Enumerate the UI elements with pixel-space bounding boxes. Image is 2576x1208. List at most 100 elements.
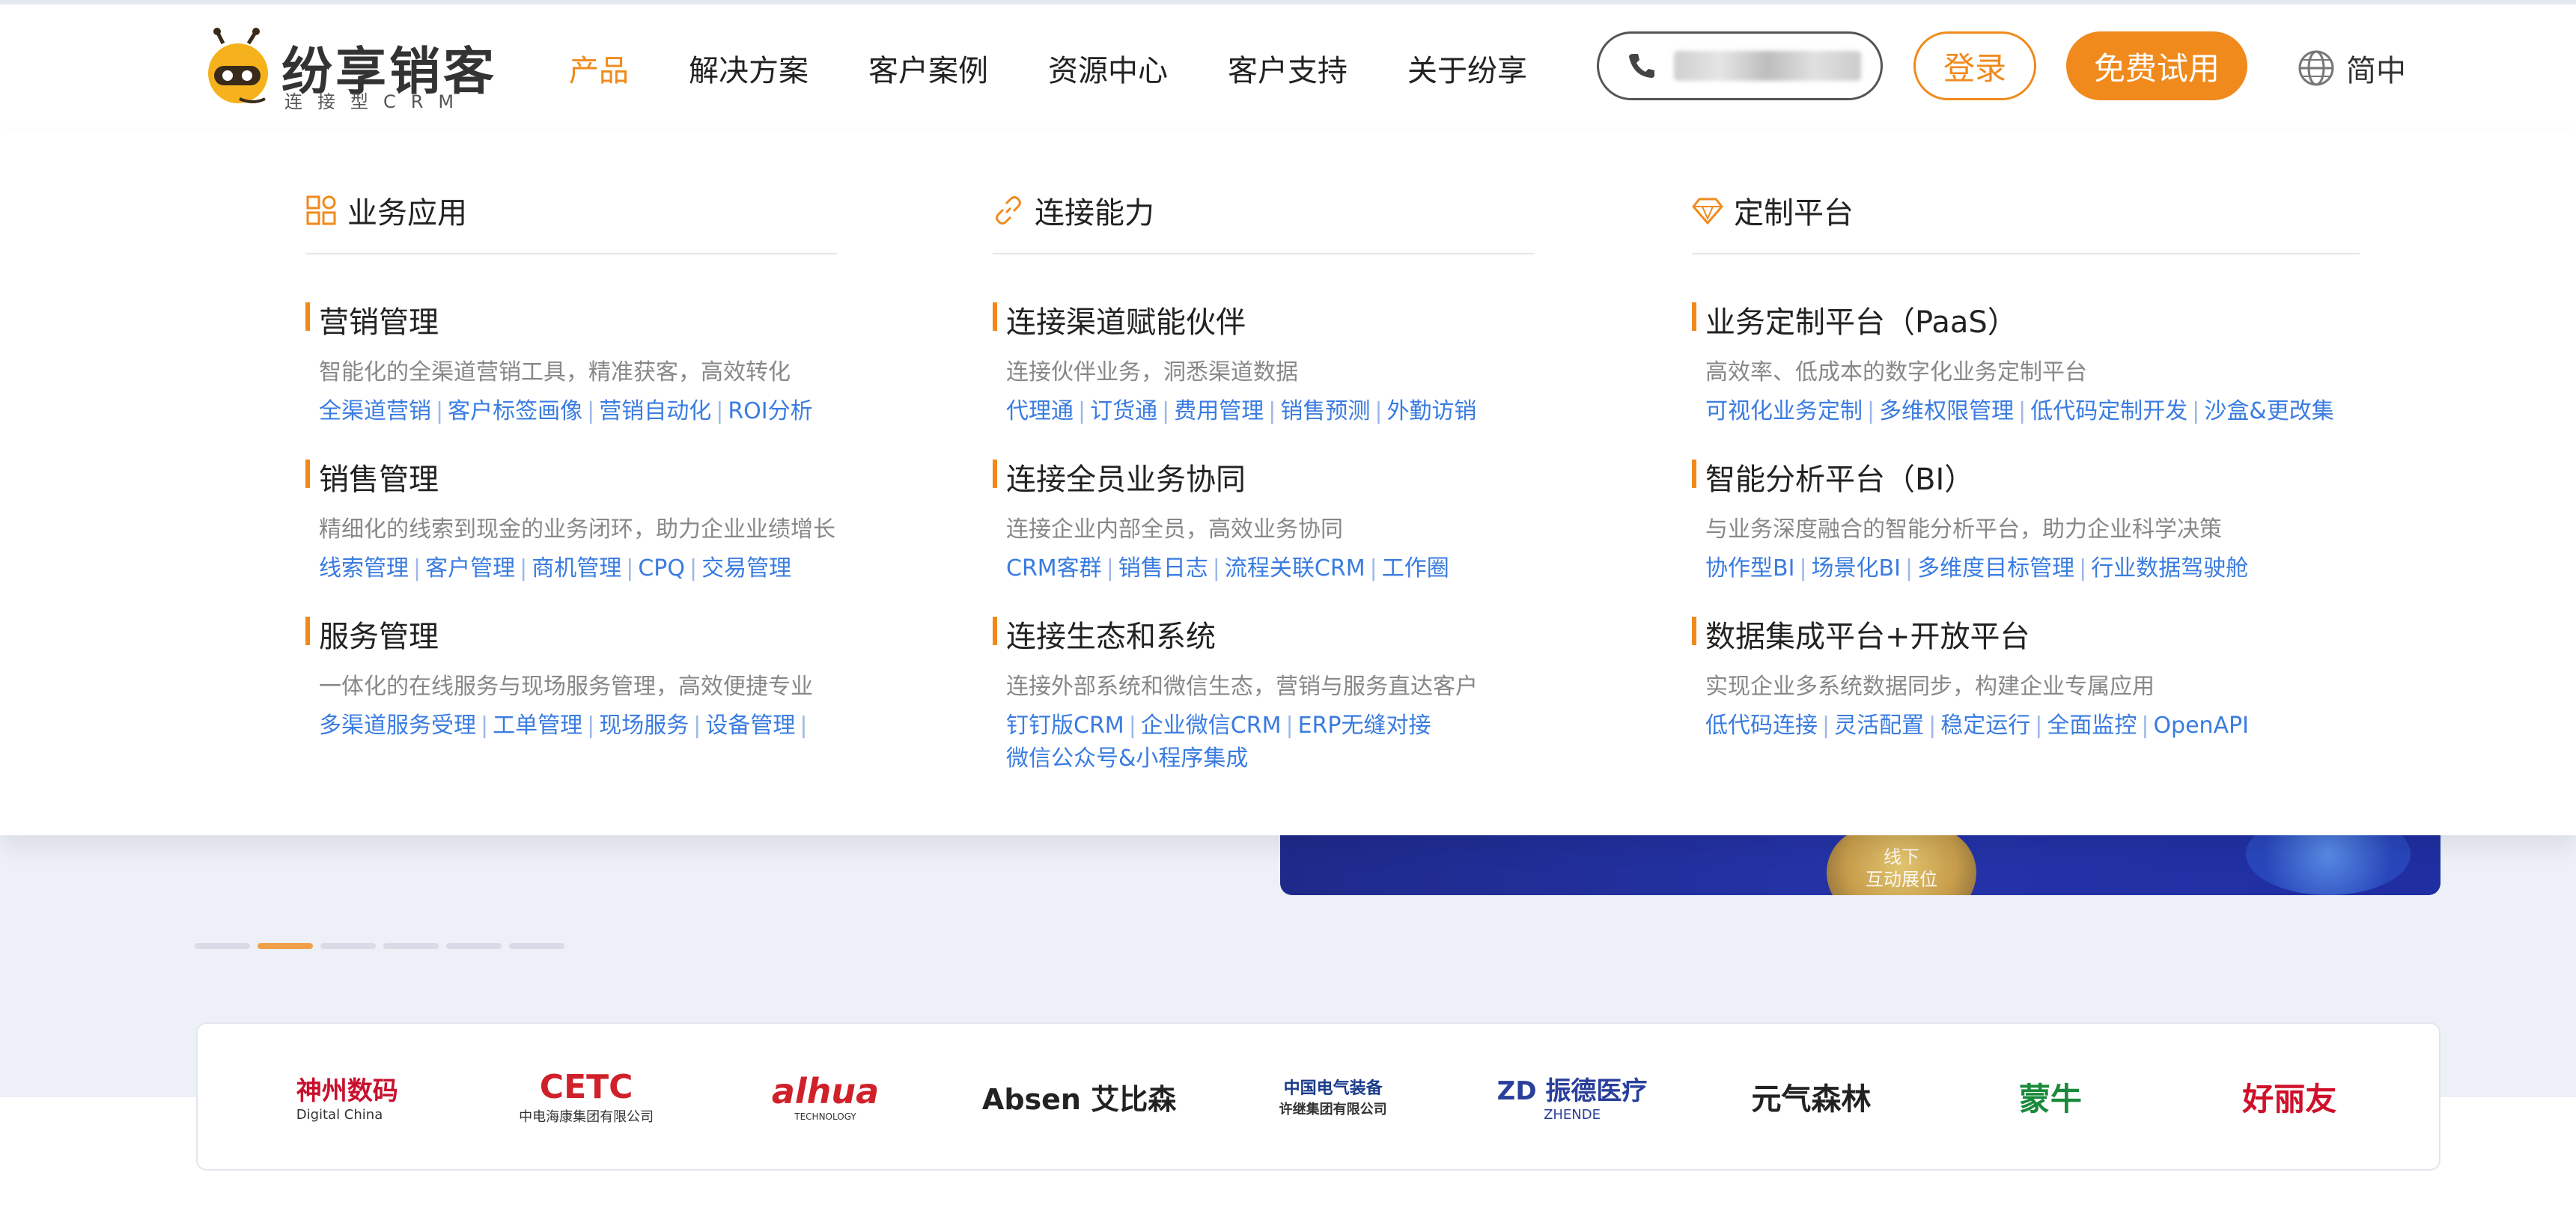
client-logo-absen: Absen 艾比森 [982, 1052, 1176, 1141]
column-header: 业务应用 [305, 189, 467, 232]
phone-button[interactable] [1597, 31, 1883, 100]
menu-link[interactable]: OpenAPI [2153, 713, 2249, 739]
menu-link[interactable]: 灵活配置 [1834, 713, 1924, 739]
nav-products[interactable]: 产品 [569, 46, 629, 90]
menu-link[interactable]: CRM客群 [1006, 555, 1102, 582]
menu-link[interactable]: 订货通 [1090, 398, 1157, 424]
separator: | [2192, 398, 2200, 424]
separator: | [1799, 555, 1807, 582]
menu-link[interactable]: 工单管理 [493, 713, 582, 739]
diamond-icon [1692, 198, 1723, 225]
separator: | [1268, 398, 1276, 424]
separator: | [1867, 398, 1875, 424]
section-desc: 精细化的线索到现金的业务闭环，助力企业业绩增长 [319, 516, 835, 543]
brand-tagline: 连接型CRM [284, 91, 469, 112]
client-logo-china-electric: 中国电气装备 许继集团有限公司 [1251, 1052, 1416, 1141]
menu-link[interactable]: 交易管理 [701, 555, 791, 582]
carousel-dot[interactable] [383, 943, 439, 949]
menu-link[interactable]: 钉钉版CRM [1006, 713, 1124, 739]
menu-link[interactable]: 代理通 [1006, 398, 1074, 424]
menu-link[interactable]: 工作圈 [1382, 555, 1449, 582]
nav-support[interactable]: 客户支持 [1228, 46, 1348, 90]
section-title[interactable]: 营销管理 [305, 298, 859, 341]
client-name: ZD 振德医疗 [1496, 1076, 1648, 1106]
carousel-dot-active[interactable] [258, 943, 313, 949]
nav-solutions[interactable]: 解决方案 [689, 46, 809, 90]
carousel-dot[interactable] [446, 943, 502, 949]
separator: | [1128, 713, 1136, 739]
section-desc: 连接外部系统和微信生态，营销与服务直达客户 [1006, 674, 1478, 700]
section-title[interactable]: 数据集成平台+开放平台 [1692, 612, 2366, 656]
menu-link[interactable]: 外勤访销 [1386, 398, 1476, 424]
section-title[interactable]: 业务定制平台（PaaS） [1692, 298, 2366, 341]
menu-link[interactable]: 全面监控 [2047, 713, 2137, 739]
menu-section: 智能分析平台（BI） 与业务深度融合的智能分析平台，助力企业科学决策 协作型BI… [1692, 455, 2366, 585]
menu-link[interactable]: 费用管理 [1174, 398, 1264, 424]
menu-link[interactable]: 营销自动化 [599, 398, 711, 424]
phone-number-redacted [1674, 51, 1861, 81]
menu-link[interactable]: 协作型BI [1705, 555, 1794, 582]
menu-link[interactable]: ERP无缝对接 [1298, 713, 1431, 739]
menu-section: 连接生态和系统 连接外部系统和微信生态，营销与服务直达客户 钉钉版CRM | 企业微… [993, 612, 1487, 775]
section-title[interactable]: 连接渠道赋能伙伴 [993, 298, 1547, 341]
section-links: 协作型BI | 场景化BI | 多维度目标管理 | 行业数据驾驶舱 [1692, 552, 2366, 585]
banner-orb-text: 线下 互动展位 [1866, 846, 1937, 890]
menu-link[interactable]: 沙盒&更改集 [2204, 398, 2333, 424]
carousel-dot[interactable] [195, 943, 250, 949]
menu-link[interactable]: 可视化业务定制 [1705, 398, 1863, 424]
menu-link[interactable]: 低代码连接 [1705, 713, 1818, 739]
menu-link[interactable]: 多维权限管理 [1879, 398, 2014, 424]
login-button[interactable]: 登录 [1913, 31, 2036, 100]
client-sub: 许继集团有限公司 [1279, 1102, 1387, 1117]
menu-link[interactable]: 线索管理 [319, 555, 409, 582]
divider [305, 253, 837, 254]
section-title[interactable]: 连接生态和系统 [993, 612, 1487, 656]
section-desc: 智能化的全渠道营销工具，精准获客，高效转化 [319, 359, 791, 385]
menu-link[interactable]: 场景化BI [1812, 555, 1901, 582]
menu-link[interactable]: CPQ [638, 555, 685, 582]
menu-link[interactable]: 微信公众号&小程序集成 [1006, 745, 1248, 772]
hero-banner[interactable]: 线下 互动展位 [1280, 835, 2440, 895]
nav-cases[interactable]: 客户案例 [868, 46, 988, 90]
section-desc: 高效率、低成本的数字化业务定制平台 [1705, 359, 2087, 385]
menu-link[interactable]: 销售预测 [1280, 398, 1370, 424]
separator: | [1078, 398, 1086, 424]
menu-link[interactable]: 全渠道营销 [319, 398, 431, 424]
client-name: 好丽友 [2242, 1080, 2337, 1117]
menu-link[interactable]: 流程关联CRM [1225, 555, 1365, 582]
client-name: CETC [539, 1067, 633, 1106]
section-links: 全渠道营销 | 客户标签画像 | 营销自动化 | ROI分析 [305, 395, 859, 428]
nav-resources[interactable]: 资源中心 [1048, 46, 1168, 90]
menu-link[interactable]: 现场服务 [599, 713, 689, 739]
nav-about[interactable]: 关于纷享 [1407, 46, 1527, 90]
brand-logo[interactable]: 纷享销客 连接型CRM [201, 27, 500, 117]
menu-link[interactable]: 行业数据驾驶舱 [2091, 555, 2248, 582]
section-title[interactable]: 销售管理 [305, 455, 859, 498]
menu-section: 业务定制平台（PaaS） 高效率、低成本的数字化业务定制平台 可视化业务定制 | 多… [1692, 298, 2366, 428]
apps-grid-icon [306, 195, 336, 225]
carousel-dot[interactable] [509, 943, 564, 949]
menu-link[interactable]: 稳定运行 [1940, 713, 2030, 739]
client-name: alhua [771, 1071, 880, 1111]
menu-link[interactable]: 客户管理 [425, 555, 515, 582]
section-title[interactable]: 连接全员业务协同 [993, 455, 1547, 498]
language-switcher[interactable]: 简中 [2297, 46, 2406, 90]
menu-link[interactable]: 销售日志 [1118, 555, 1208, 582]
client-logo-mengniu: 蒙牛 [1968, 1052, 2133, 1141]
section-title[interactable]: 智能分析平台（BI） [1692, 455, 2366, 498]
menu-link[interactable]: ROI分析 [728, 398, 812, 424]
menu-link[interactable]: 多维度目标管理 [1917, 555, 2074, 582]
menu-link[interactable]: 商机管理 [532, 555, 621, 582]
separator: | [1162, 398, 1170, 424]
menu-link[interactable]: 设备管理 [705, 713, 795, 739]
menu-link[interactable]: 企业微信CRM [1141, 713, 1282, 739]
menu-link[interactable]: 客户标签画像 [448, 398, 582, 424]
carousel-dot[interactable] [320, 943, 376, 949]
free-trial-button[interactable]: 免费试用 [2066, 31, 2247, 100]
separator: | [520, 555, 528, 582]
column-title: 业务应用 [347, 196, 467, 231]
menu-link[interactable]: 低代码定制开发 [2030, 398, 2187, 424]
menu-link[interactable]: 多渠道服务受理 [319, 713, 476, 739]
separator: | [1904, 555, 1913, 582]
section-title[interactable]: 服务管理 [305, 612, 859, 656]
